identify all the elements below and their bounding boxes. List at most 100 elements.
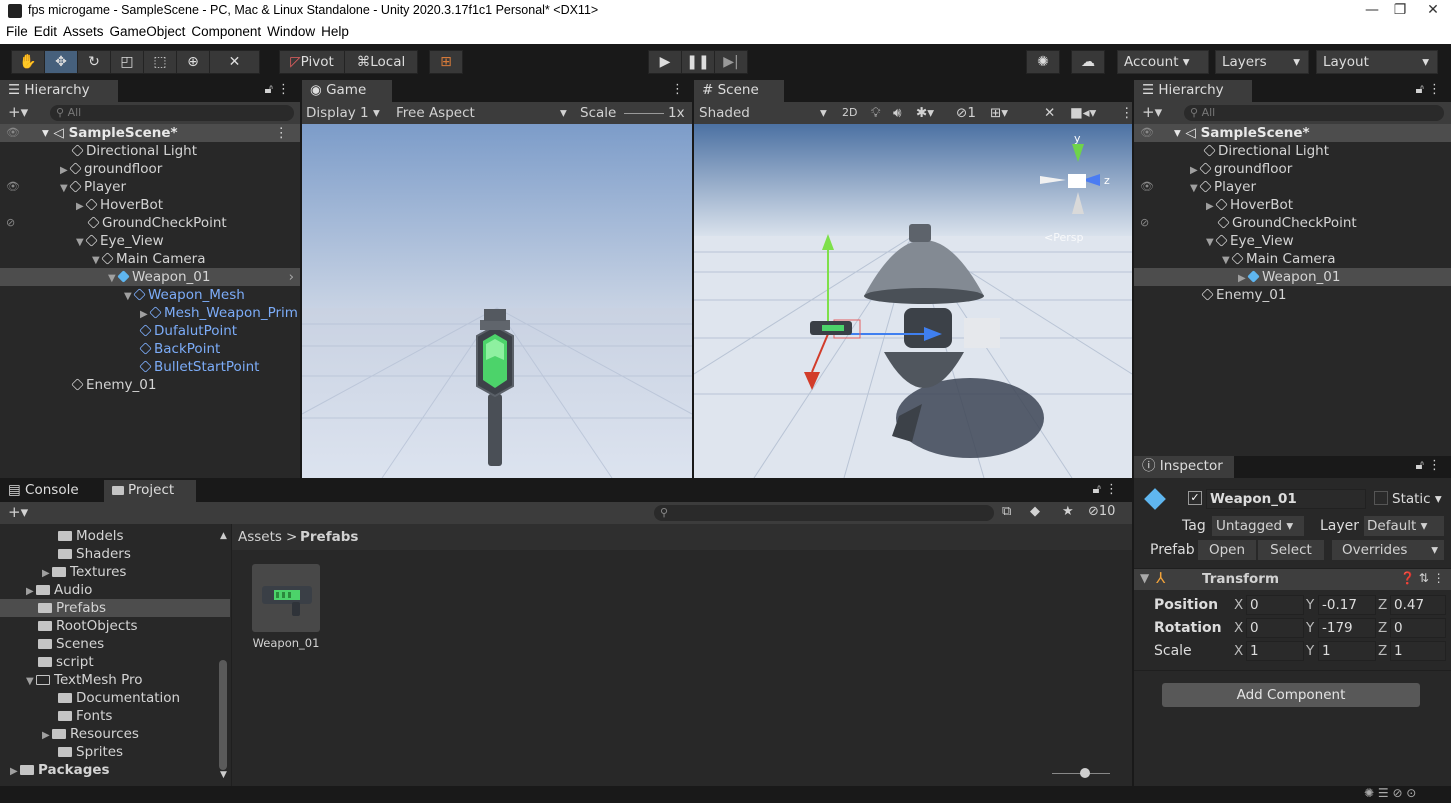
tab-hierarchy-2[interactable]: ☰ Hierarchy <box>1134 80 1252 102</box>
create-icon[interactable]: +▾ <box>1142 103 1162 121</box>
rotation-z-field[interactable]: 0 <box>1390 618 1446 638</box>
position-y-field[interactable]: -0.17 <box>1318 595 1376 615</box>
object-name-field[interactable]: Weapon_01 <box>1206 489 1366 509</box>
scale-tool-icon[interactable]: ◰ <box>110 50 144 74</box>
prefab-open-button[interactable]: Open <box>1198 540 1256 560</box>
scene-menu-icon[interactable]: ⋮ <box>1120 102 1134 124</box>
tree-row[interactable]: ▼ Eye_View <box>1134 232 1451 250</box>
scene-root-row[interactable]: 👁︎ ▾ ◁ SampleScene* ⋮ <box>0 124 300 142</box>
hierarchy2-search-input[interactable]: ⚲ All <box>1184 105 1444 121</box>
game-viewport[interactable] <box>302 124 692 478</box>
layer-dropdown[interactable]: Default ▾ <box>1364 516 1444 536</box>
folder-row[interactable]: ▶ Packages <box>0 761 230 779</box>
active-checkbox[interactable]: ✓ <box>1188 491 1202 505</box>
tree-row[interactable]: ⊘ GroundCheckPoint <box>1134 214 1451 232</box>
menu-file[interactable]: File <box>6 24 28 39</box>
create-icon[interactable]: +▾ <box>8 103 28 121</box>
grid-icon[interactable]: ⊞▾ <box>990 102 1008 124</box>
tree-row[interactable]: ▶ HoverBot <box>0 196 300 214</box>
transform-tool-icon[interactable]: ⊕ <box>176 50 210 74</box>
hidden-objects-icon[interactable]: ⊘1 <box>956 102 976 124</box>
tree-row[interactable]: BulletStartPoint <box>0 358 300 376</box>
tree-row[interactable]: Enemy_01 <box>1134 286 1451 304</box>
folder-tree-scrollbar[interactable] <box>219 660 227 770</box>
folder-row[interactable]: Models <box>0 527 230 545</box>
hidden-icon[interactable]: ⊘ <box>6 214 15 232</box>
rotation-x-field[interactable]: 0 <box>1246 618 1304 638</box>
tree-row[interactable]: ▶ groundfloor <box>1134 160 1451 178</box>
transform-header[interactable]: ▼ ⅄ Transform ❓ ⇅ ⋮ <box>1134 568 1451 590</box>
prefab-select-button[interactable]: Select <box>1258 540 1324 560</box>
display-dropdown[interactable]: Display 1 ▾ <box>306 102 380 124</box>
scale-slider[interactable] <box>624 113 664 114</box>
scale-y-field[interactable]: 1 <box>1318 641 1376 661</box>
minimize-icon[interactable]: — <box>1357 2 1387 18</box>
folder-row[interactable]: Shaders <box>0 545 230 563</box>
tree-row[interactable]: 👁︎ ▼ Player <box>1134 178 1451 196</box>
visibility-icon[interactable]: 👁︎ <box>6 178 20 196</box>
tree-row[interactable]: DufalutPoint <box>0 322 300 340</box>
scene-root-row[interactable]: 👁︎ ▾ ◁ SampleScene* <box>1134 124 1451 142</box>
folder-row[interactable]: ▶ Audio <box>0 581 230 599</box>
scale-z-field[interactable]: 1 <box>1390 641 1446 661</box>
folder-row[interactable]: ▼ TextMesh Pro <box>0 671 230 689</box>
add-component-button[interactable]: Add Component <box>1162 683 1420 707</box>
tree-row[interactable]: ▼ Main Camera <box>1134 250 1451 268</box>
static-dropdown[interactable]: Static ▾ <box>1392 491 1442 507</box>
hand-tool-icon[interactable]: ✋ <box>11 50 45 74</box>
lock-icon[interactable]: 🔓︎ ⋮ <box>1415 82 1441 97</box>
pause-button[interactable]: ❚❚ <box>681 50 715 74</box>
scroll-down-icon[interactable]: ▼ <box>220 770 227 780</box>
scale-x-field[interactable]: 1 <box>1246 641 1304 661</box>
lighting-icon[interactable]: 💡︎ <box>871 102 880 124</box>
shading-dropdown[interactable]: Shaded <box>699 102 750 124</box>
folder-row[interactable]: Sprites <box>0 743 230 761</box>
tree-row[interactable]: ▼ Main Camera <box>0 250 300 268</box>
tree-row[interactable]: ⊘ GroundCheckPoint <box>0 214 300 232</box>
folder-row[interactable]: RootObjects <box>0 617 230 635</box>
rotation-y-field[interactable]: -179 <box>1318 618 1376 638</box>
inspector-lock-icon[interactable]: 🔓︎ ⋮ <box>1415 458 1441 473</box>
tab-project[interactable]: Project <box>104 480 196 502</box>
breadcrumb-assets[interactable]: Assets <box>238 529 282 545</box>
visibility-icon[interactable]: 👁︎ <box>6 124 20 142</box>
account-dropdown[interactable]: Account ▾ <box>1117 50 1209 74</box>
game-menu-icon[interactable]: ⋮ <box>671 82 684 97</box>
tree-row[interactable]: ▼ Eye_View <box>0 232 300 250</box>
position-x-field[interactable]: 0 <box>1246 595 1304 615</box>
effects-icon[interactable]: ✱▾ <box>916 102 934 124</box>
rect-tool-icon[interactable]: ⬚ <box>143 50 177 74</box>
lock-icon[interactable]: 🔓︎ ⋮ <box>264 82 290 97</box>
project-search-input[interactable]: ⚲ <box>654 505 994 521</box>
layers-dropdown[interactable]: Layers ▾ <box>1215 50 1309 74</box>
tree-row[interactable]: Directional Light <box>1134 142 1451 160</box>
component-menu-icon[interactable]: ❓ ⇅ ⋮ <box>1400 571 1445 585</box>
asset-thumbnail[interactable] <box>252 564 320 632</box>
menu-edit[interactable]: Edit <box>34 24 57 39</box>
visibility-icon[interactable]: 👁︎ <box>1140 178 1154 196</box>
menu-component[interactable]: Component <box>191 24 261 39</box>
filter-label-icon[interactable]: ◆ <box>1030 504 1040 519</box>
tab-inspector[interactable]: ⓘ Inspector <box>1134 456 1234 478</box>
project-lock-icon[interactable]: 🔓︎ ⋮ <box>1092 482 1118 497</box>
scene-viewport[interactable]: <Persp y z <box>694 124 1132 478</box>
tree-row[interactable]: Directional Light <box>0 142 300 160</box>
menu-help[interactable]: Help <box>321 24 349 39</box>
breadcrumb-prefabs[interactable]: Prefabs <box>300 529 358 545</box>
custom-tool-icon[interactable]: ✕ <box>209 50 260 74</box>
2d-toggle[interactable]: 2D <box>842 102 857 124</box>
menu-assets[interactable]: Assets <box>63 24 104 39</box>
tab-game[interactable]: ◉ Game <box>302 80 392 102</box>
folder-row[interactable]: script <box>0 653 230 671</box>
hidden-icon[interactable]: ⊘ <box>1140 214 1149 232</box>
play-button[interactable]: ▶ <box>648 50 682 74</box>
hidden-packages-icon[interactable]: ⊘10 <box>1088 504 1115 519</box>
tree-row[interactable]: ▶ Mesh_Weapon_Prim <box>0 304 300 322</box>
folder-row[interactable]: Documentation <box>0 689 230 707</box>
camera-icon[interactable]: ■◂▾ <box>1070 102 1096 124</box>
aspect-dropdown[interactable]: Free Aspect <box>396 102 475 124</box>
rotate-tool-icon[interactable]: ↻ <box>77 50 111 74</box>
position-z-field[interactable]: 0.47 <box>1390 595 1446 615</box>
menu-window[interactable]: Window <box>267 24 315 39</box>
folder-row[interactable]: ▶ Resources <box>0 725 230 743</box>
